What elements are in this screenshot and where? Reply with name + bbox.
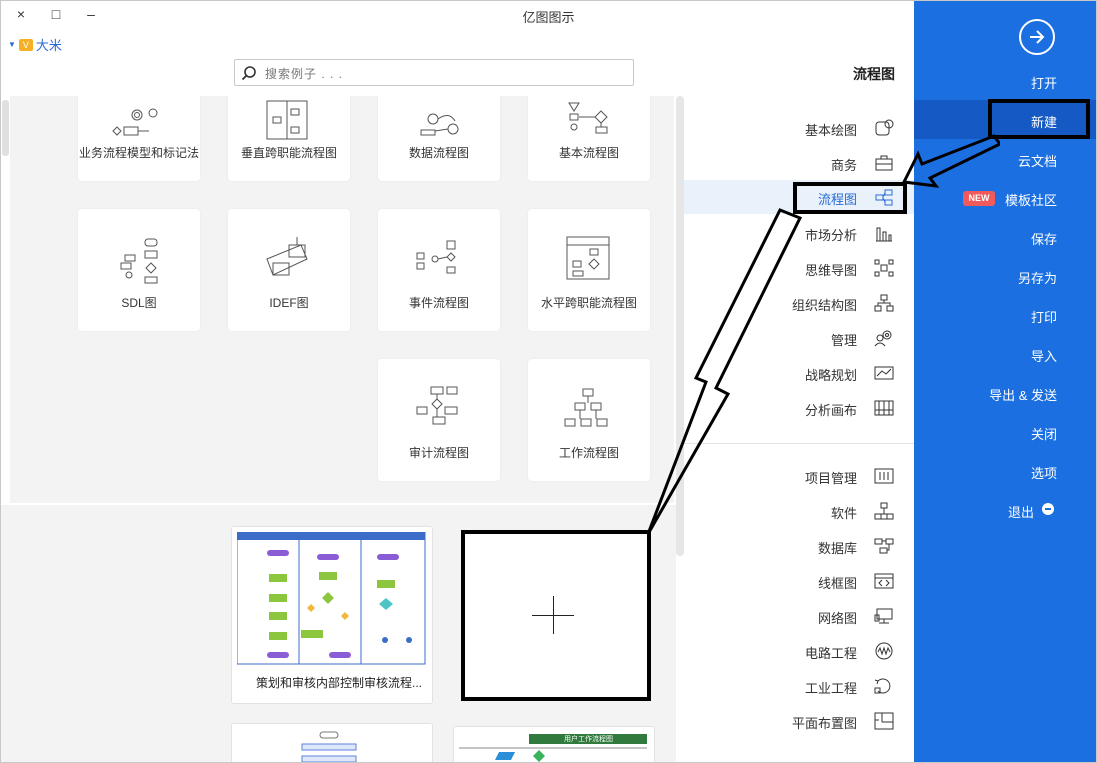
vip-badge-icon: V [18,38,33,51]
maximize-button[interactable]: □ [48,6,64,22]
template-label: 业务流程模型和标记法 [78,146,199,160]
dropdown-icon: ▼ [8,40,16,49]
idef-icon [266,237,308,276]
category-label: 网络图 [817,611,857,626]
category-item[interactable]: 网络图 [684,599,914,633]
category-label: 电路工程 [804,646,857,661]
search-input[interactable]: 搜索例子 . . . [235,65,633,82]
category-item[interactable]: 线框图 [684,564,914,598]
minimize-button[interactable]: – [83,6,99,22]
category-label: 线框图 [817,576,857,591]
template-label: 数据流程图 [408,146,469,160]
annotation-arrows [646,134,1000,535]
menu-label: 模板社区 [1004,193,1057,208]
template-grid: 基本流程图 数据流程图 垂直跨职能流程图 业务流程模型和标记法 水平跨职能流程图… [10,96,674,503]
category-label: 平面布置图 [791,716,857,731]
network-icon [874,608,893,624]
example-thumbnail [301,731,357,763]
example-thumbnail [237,532,426,665]
search-box[interactable]: 搜索例子 . . . [234,59,634,86]
template-card[interactable]: 垂直跨职能流程图 [228,96,350,181]
category-title: 流程图 [853,66,895,82]
user-name: 大米 [35,38,62,53]
menu-label: 打开 [1030,76,1057,91]
arrow-right-icon [1030,30,1045,44]
menu-label: 云文档 [1017,154,1057,169]
annotation-box-new [988,99,1090,139]
category-item[interactable]: 工业工程 [684,669,914,703]
exit-icon [1042,503,1054,515]
template-label: SDL图 [121,296,157,310]
menu-label: 打印 [1030,310,1057,325]
bpmn-icon [112,108,158,136]
menu-label: 退出 [1007,505,1034,520]
audit-flow-icon [416,386,458,425]
menu-label: 导入 [1030,349,1057,364]
template-card[interactable]: SDL图 [78,209,200,331]
example-card[interactable] [231,723,433,763]
template-card[interactable]: 事件流程图 [378,209,500,331]
left-scrollbar[interactable] [2,100,9,156]
plus-icon-vertical [553,596,554,634]
template-label: 垂直跨职能流程图 [240,146,337,160]
wireframe-icon [874,573,894,589]
industrial-icon [874,678,891,694]
menu-label: 另存为 [1017,271,1057,286]
example-thumbnail [459,734,647,762]
template-card[interactable]: 数据流程图 [378,96,500,181]
example-card[interactable]: 策划和审核内部控制审核流程... [231,526,433,704]
template-label: IDEF图 [269,296,309,310]
close-button[interactable]: × [13,6,29,22]
floorplan-icon [874,712,894,730]
example-thumb-header: 用户工作流程图 [564,736,613,743]
template-card[interactable]: IDEF图 [228,209,350,331]
vertical-crossfunctional-icon [266,100,308,140]
menu-open[interactable]: 打开 [914,61,1097,100]
circuit-icon [875,642,893,660]
user-menu[interactable]: ▼ V 大米 [8,35,62,54]
template-label: 审计流程图 [408,446,469,460]
back-button[interactable] [1019,19,1055,55]
template-label: 事件流程图 [408,296,469,310]
sdl-icon [120,238,158,284]
template-card[interactable]: 业务流程模型和标记法 [78,96,200,181]
menu-label: 关闭 [1030,427,1057,442]
data-flow-icon [420,113,459,136]
menu-label: 选项 [1030,466,1057,481]
menu-label: 保存 [1030,232,1057,247]
template-card[interactable]: 审计流程图 [378,359,500,481]
category-item[interactable]: 平面布置图 [684,704,914,738]
category-item[interactable]: 电路工程 [684,634,914,668]
example-title: 策划和审核内部控制审核流程... [255,676,422,690]
example-card[interactable]: 用户工作流程图 [453,726,655,763]
event-flow-icon [416,240,456,274]
category-label: 工业工程 [804,681,857,696]
